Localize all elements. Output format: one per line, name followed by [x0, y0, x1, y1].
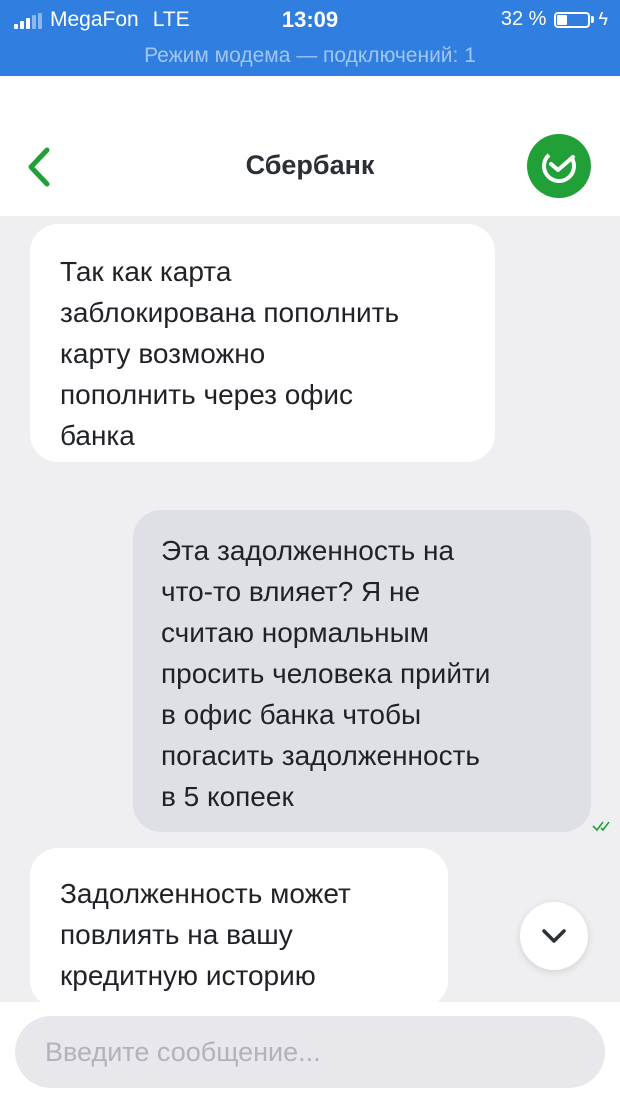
battery-tip	[591, 16, 595, 23]
charging-bolt-icon: ϟ	[598, 9, 608, 29]
chat-thread[interactable]: Так как карта заблокирована пополнить ка…	[0, 216, 620, 1002]
modem-banner[interactable]: Режим модема — подключений: 1	[0, 38, 620, 76]
status-right: 32 % ϟ	[501, 8, 608, 31]
message-incoming[interactable]: Так как карта заблокирована пополнить ка…	[30, 224, 495, 462]
status-bar: MegaFon LTE 13:09 32 % ϟ	[0, 0, 620, 38]
message-input[interactable]	[15, 1016, 605, 1088]
message-incoming[interactable]: Задолженность может повлиять на вашу кре…	[30, 848, 448, 1002]
sberbank-logo-icon[interactable]	[527, 134, 591, 198]
battery-icon	[554, 11, 591, 28]
double-check-icon	[592, 821, 610, 832]
scroll-down-button[interactable]	[520, 902, 588, 970]
message-input-bar	[0, 1002, 620, 1100]
sberbank-logo-mark	[542, 149, 576, 183]
chevron-down-icon	[542, 929, 566, 943]
message-outgoing[interactable]: Эта задолженность на что-то влияет? Я не…	[133, 510, 591, 832]
battery-percent: 32 %	[500, 8, 547, 30]
chat-header: Сбербанк	[0, 76, 620, 216]
